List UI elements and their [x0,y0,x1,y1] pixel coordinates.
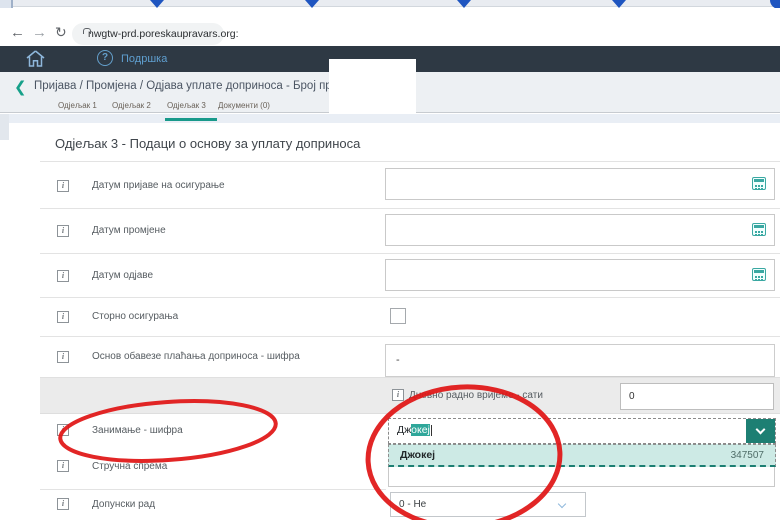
additional-work-value: 0 - Не [399,499,426,510]
breadcrumb-back-icon[interactable]: ❮ [14,78,27,96]
info-icon[interactable]: i [57,270,69,282]
calendar-icon[interactable] [752,223,766,236]
breadcrumb: Пријава / Промјена / Одјава уплате допри… [34,80,359,92]
divider [40,297,780,298]
redaction-box [329,59,416,113]
application-window: ← → ↻ nwgtw-prd.poreskaupravars.org: ? П… [0,0,780,520]
browser-toolbar: ← → ↻ nwgtw-prd.poreskaupravars.org: [0,8,780,46]
info-icon[interactable]: i [57,180,69,192]
field-label-occupation: Занимање - шифра [92,425,183,436]
page-title: Одјељак 3 - Подаци о основу за уплату до… [55,136,360,151]
text-cursor [431,425,432,436]
typed-text: Дж [397,424,411,436]
occupation-dropdown-button[interactable] [746,419,775,443]
url-text[interactable]: nwgtw-prd.poreskaupravars.org: [88,28,239,40]
info-icon[interactable]: i [57,225,69,237]
date-insurance-start-input[interactable] [385,168,775,200]
divider [40,253,780,254]
field-label-date-insurance-start: Датум пријаве на осигурање [92,180,225,191]
field-label-contribution-basis: Основ обавезе плаћања доприноса - шифра [92,351,300,362]
tab-section-1[interactable]: Одјељак 1 [58,101,97,110]
tab-section-2[interactable]: Одјељак 2 [112,101,151,110]
field-label-daily-hours: Дневно радно вријеме - сати [409,390,543,401]
blue-arrow-icon [457,0,471,8]
home-icon[interactable] [26,50,45,67]
additional-work-select[interactable]: 0 - Не [390,492,586,517]
info-icon[interactable]: i [392,389,404,401]
panel-edge-strip [0,114,780,123]
tab-documents[interactable]: Документи (0) [218,101,270,110]
info-icon[interactable]: i [57,424,69,436]
info-icon[interactable]: i [57,311,69,323]
help-icon[interactable]: ? [97,50,113,66]
field-label-additional-work: Допунски рад [92,499,155,510]
field-label-date-change: Датум промјене [92,225,166,236]
selected-text: океј [411,424,430,436]
divider [40,489,386,490]
address-bar[interactable]: nwgtw-prd.poreskaupravars.org: [72,23,224,45]
chevron-down-icon [756,425,766,435]
info-icon[interactable]: i [57,351,69,363]
divider [40,208,780,209]
date-deregistration-input[interactable] [385,259,775,291]
blue-arrow-icon [305,0,319,8]
browser-tabstrip [0,0,780,7]
info-icon[interactable]: i [57,460,69,472]
reload-icon[interactable]: ↻ [55,25,67,40]
divider [40,336,780,337]
info-icon[interactable]: i [57,498,69,510]
field-label-date-deregistration: Датум одјаве [92,270,153,281]
back-icon[interactable]: ← [10,25,25,40]
forward-icon[interactable]: → [32,25,47,40]
daily-hours-input[interactable] [620,383,774,410]
blue-arrow-icon [612,0,626,8]
chevron-down-icon [558,500,566,508]
occupation-dropdown-panel: Джокеј 347507 [388,444,776,467]
field-label-qualification: Стручна спрема [92,461,167,472]
dropdown-option-code[interactable]: 347507 [731,450,764,461]
calendar-icon[interactable] [752,177,766,190]
divider [40,161,780,162]
calendar-icon[interactable] [752,268,766,281]
dropdown-option-name[interactable]: Джокеј [400,449,435,461]
storno-checkbox[interactable] [390,308,406,324]
active-tab-underline [165,118,217,121]
field-label-storno: Сторно осигурања [92,311,178,322]
left-edge-artifact [0,114,9,140]
blue-arrow-icon [150,0,164,8]
contribution-basis-select[interactable]: - [385,344,775,377]
tab-section-3[interactable]: Одјељак 3 [167,101,206,110]
date-change-input[interactable] [385,214,775,246]
occupation-input-text[interactable]: Джокеј [397,424,432,436]
support-link[interactable]: Подршка [121,53,167,65]
occupation-combobox[interactable]: Джокеј [388,418,776,444]
